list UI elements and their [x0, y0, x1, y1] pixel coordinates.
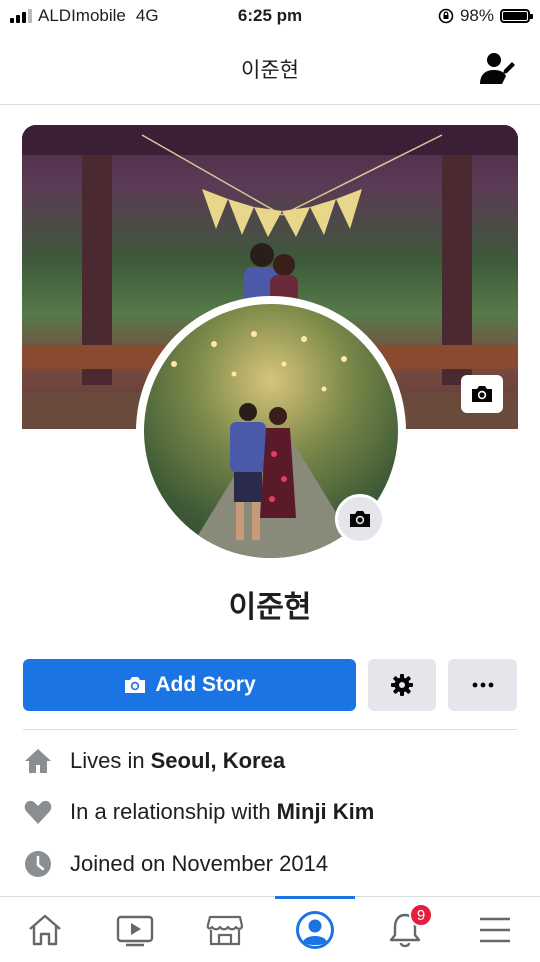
gear-icon	[391, 674, 413, 696]
more-dots-icon	[472, 682, 493, 688]
marketplace-icon	[206, 915, 244, 945]
intro-joined: Joined on November 2014	[23, 844, 328, 884]
intro-relationship-value[interactable]: Minji Kim	[277, 799, 375, 825]
section-divider	[23, 729, 517, 730]
intro-lives-in[interactable]: Lives in Seoul, Korea	[23, 741, 285, 781]
intro-lives-value[interactable]: Seoul, Korea	[151, 748, 285, 774]
nav-marketplace[interactable]	[185, 897, 265, 962]
intro-lives-prefix: Lives in	[70, 748, 145, 773]
page-title: 이준현	[241, 59, 299, 82]
edit-profile-picture-button[interactable]	[335, 494, 385, 544]
more-options-button[interactable]	[448, 659, 517, 711]
we-jeju-banner	[202, 189, 362, 237]
clock-icon	[23, 849, 53, 879]
top-header: 이준현	[0, 32, 540, 105]
nav-watch[interactable]	[95, 897, 175, 962]
nav-home[interactable]	[5, 897, 85, 962]
notification-badge: 9	[409, 903, 433, 927]
add-story-button[interactable]: Add Story	[23, 659, 356, 711]
nav-notifications[interactable]: 9	[365, 897, 445, 962]
battery-percent: 98%	[459, 6, 494, 25]
intro-relationship[interactable]: In a relationship with Minji Kim	[23, 792, 374, 832]
person-edit-icon	[480, 53, 515, 84]
nav-profile[interactable]	[275, 896, 355, 962]
intro-relationship-prefix: In a relationship with	[70, 799, 271, 824]
camera-icon	[472, 386, 492, 402]
camera-icon	[350, 511, 370, 527]
bottom-navigation: 9	[0, 896, 540, 962]
menu-icon	[480, 917, 510, 942]
add-story-label: Add Story	[155, 673, 256, 696]
profile-name: 이준현	[228, 591, 312, 624]
status-bar: ALDImobile 4G 6:25 pm 98%	[0, 0, 540, 32]
nav-menu[interactable]	[455, 897, 535, 962]
intro-joined-text: Joined on November 2014	[70, 851, 329, 876]
orientation-lock-icon	[438, 8, 454, 24]
profile-settings-button[interactable]	[368, 659, 436, 711]
battery-icon	[500, 9, 533, 23]
edit-cover-photo-button[interactable]	[461, 375, 503, 413]
home-icon	[29, 914, 61, 945]
profile-icon	[296, 910, 334, 949]
watch-icon	[116, 915, 154, 946]
camera-icon	[125, 677, 146, 693]
home-icon	[23, 746, 53, 776]
heart-icon	[23, 797, 53, 827]
friend-settings-button[interactable]	[478, 48, 518, 88]
